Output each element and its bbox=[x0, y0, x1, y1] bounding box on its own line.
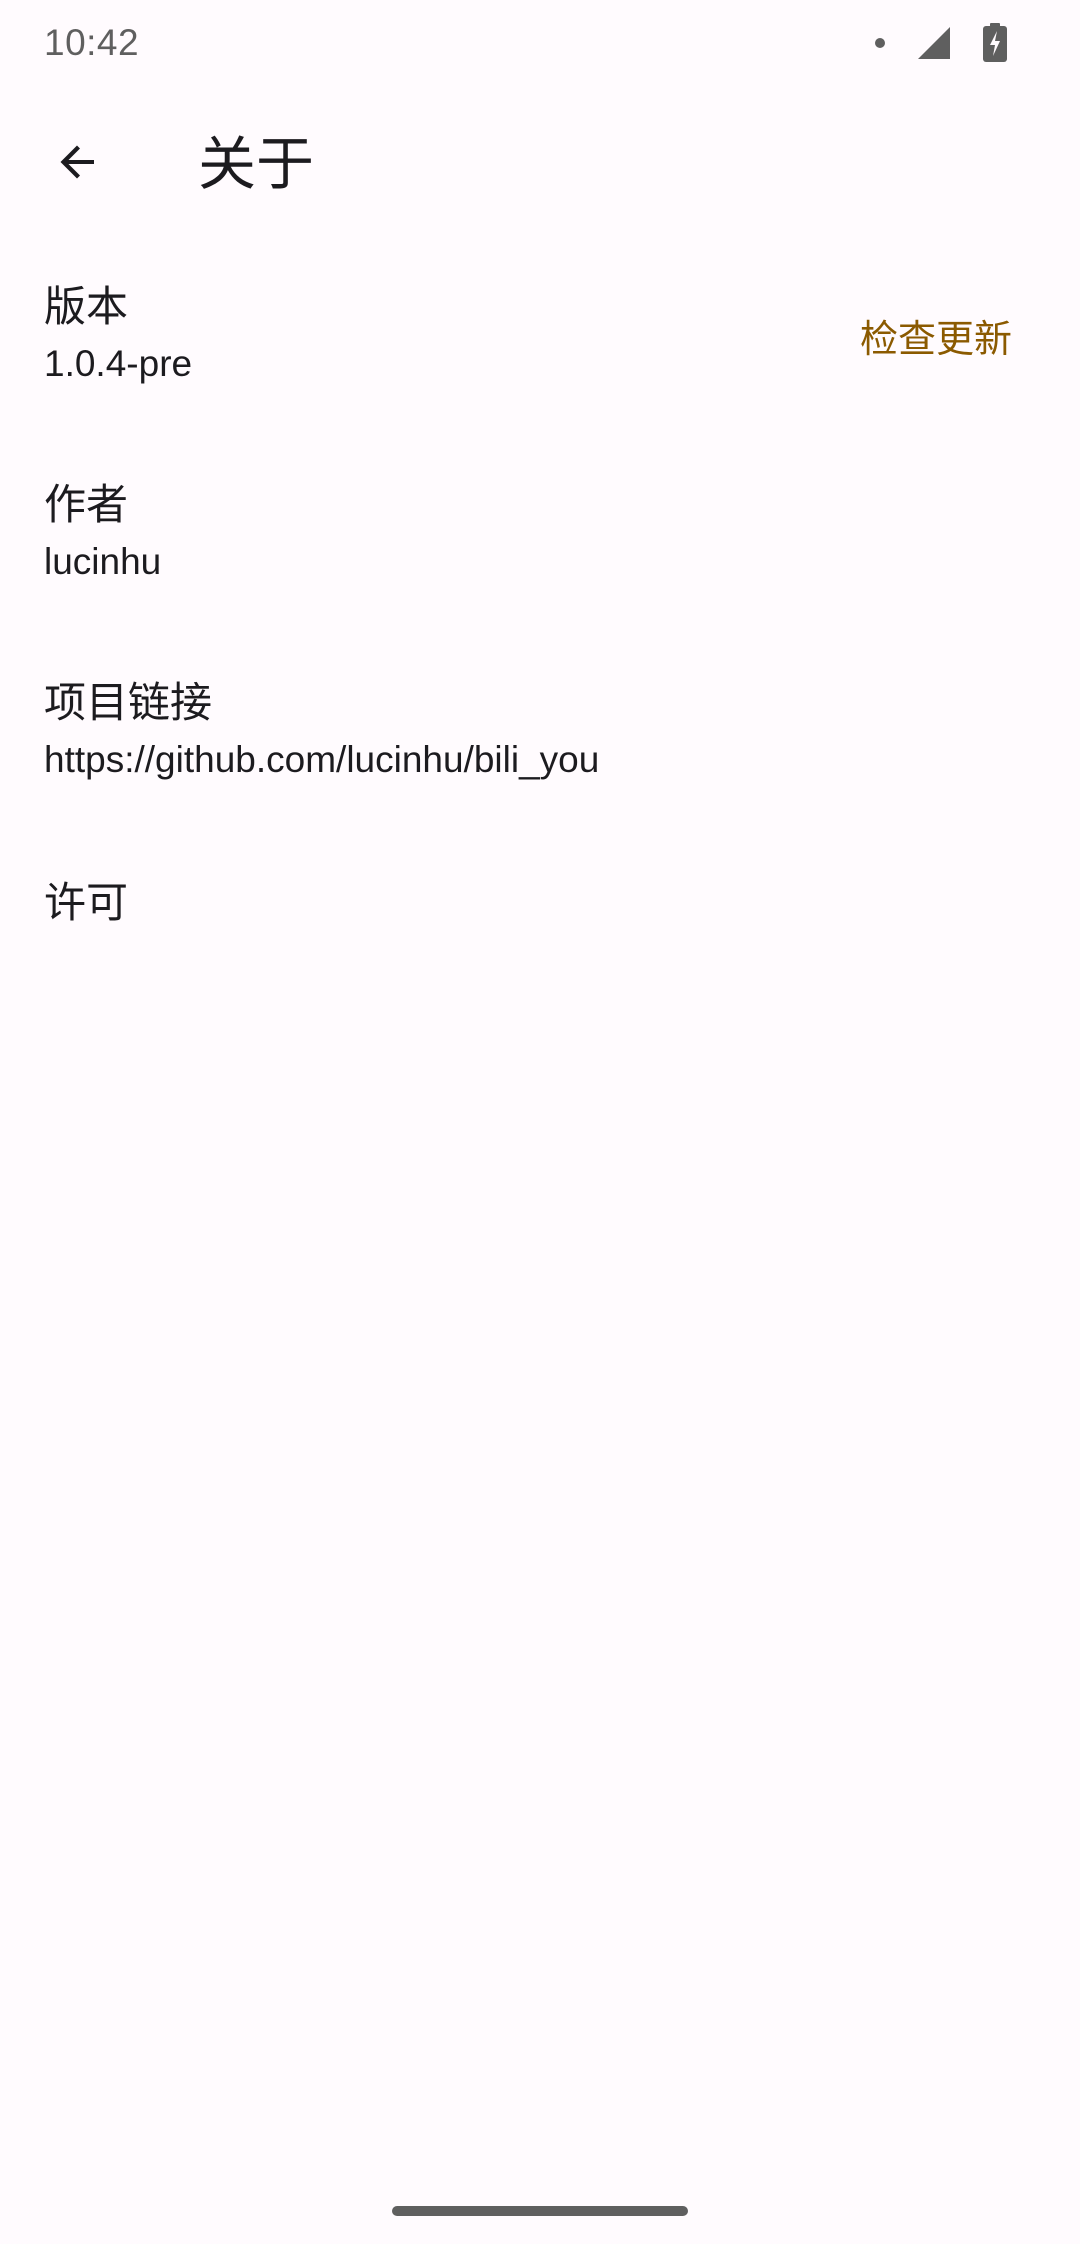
list-item-project-link[interactable]: 项目链接 https://github.com/lucinhu/bili_you bbox=[0, 660, 1080, 858]
author-title: 作者 bbox=[44, 480, 129, 529]
notification-dot-icon bbox=[874, 37, 886, 49]
project-link-url[interactable]: https://github.com/lucinhu/bili_you bbox=[44, 738, 599, 782]
page-title: 关于 bbox=[198, 130, 315, 198]
license-title: 许可 bbox=[44, 878, 129, 927]
cellular-signal-icon bbox=[916, 25, 952, 61]
app-bar: 关于 bbox=[0, 100, 1080, 224]
back-button[interactable] bbox=[40, 124, 116, 200]
author-value: lucinhu bbox=[44, 541, 162, 582]
check-update-button[interactable]: 检查更新 bbox=[860, 316, 1012, 362]
project-link-title: 项目链接 bbox=[44, 678, 213, 727]
version-value: 1.0.4-pre bbox=[44, 343, 193, 384]
list-item-author[interactable]: 作者 lucinhu bbox=[0, 462, 1080, 660]
status-icons bbox=[874, 22, 1008, 64]
list-item-version[interactable]: 版本 1.0.4-pre 检查更新 bbox=[0, 264, 1080, 462]
arrow-back-icon bbox=[60, 145, 94, 179]
status-time: 10:42 bbox=[44, 22, 140, 63]
about-list: 版本 1.0.4-pre 检查更新 作者 lucinhu 项目链接 https:… bbox=[0, 264, 1080, 1056]
status-bar: 10:42 bbox=[0, 0, 1080, 88]
version-title: 版本 bbox=[44, 282, 129, 331]
battery-charging-icon bbox=[982, 23, 1008, 63]
about-screen: 10:42 关于 版本 1.0.4-pre 检查更新 作者 lucinhu 项目… bbox=[0, 0, 1080, 2244]
gesture-nav-handle[interactable] bbox=[392, 2206, 688, 2216]
list-item-license[interactable]: 许可 bbox=[0, 858, 1080, 1056]
